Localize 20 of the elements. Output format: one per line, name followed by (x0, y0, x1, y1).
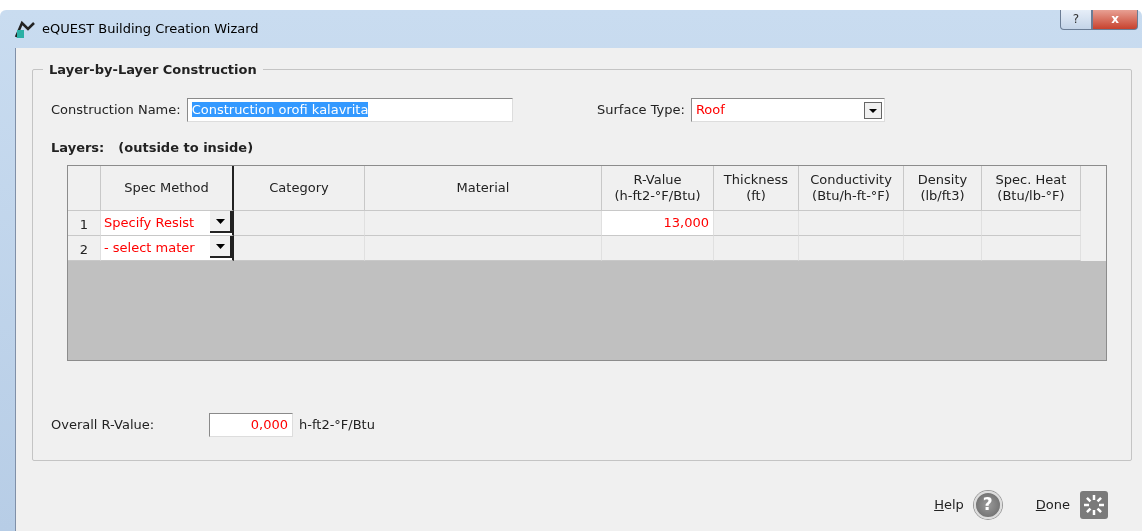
section-subtitle: (outside to inside) (118, 139, 254, 157)
help-link[interactable]: Help (934, 495, 964, 515)
overall-r-value-field[interactable]: 0,000 (209, 413, 293, 437)
field-label: Surface Type: (597, 101, 685, 120)
caret-icon (215, 218, 225, 224)
app-icon (14, 19, 36, 39)
caret-icon (215, 243, 225, 249)
surface-type-dropdown[interactable]: Roof (690, 98, 885, 122)
window-title: eQUEST Building Creation Wizard (42, 20, 259, 39)
r-value-cell[interactable]: 13,000 (602, 211, 714, 236)
field-label: Overall R-Value: (51, 416, 156, 435)
field-label: Construction Name: (51, 101, 181, 120)
section-title: Layers: (51, 139, 105, 157)
unit-label: h-ft2-°F/Btu (299, 416, 375, 435)
done-link[interactable]: Done (1035, 495, 1070, 515)
spec-method-dropdown[interactable]: Specify Resist (101, 211, 234, 236)
spec-method-dropdown[interactable]: - select mater (101, 236, 234, 261)
done-icon[interactable] (1080, 491, 1108, 519)
caret-icon (863, 101, 882, 119)
help-button[interactable]: ? (1060, 10, 1092, 30)
